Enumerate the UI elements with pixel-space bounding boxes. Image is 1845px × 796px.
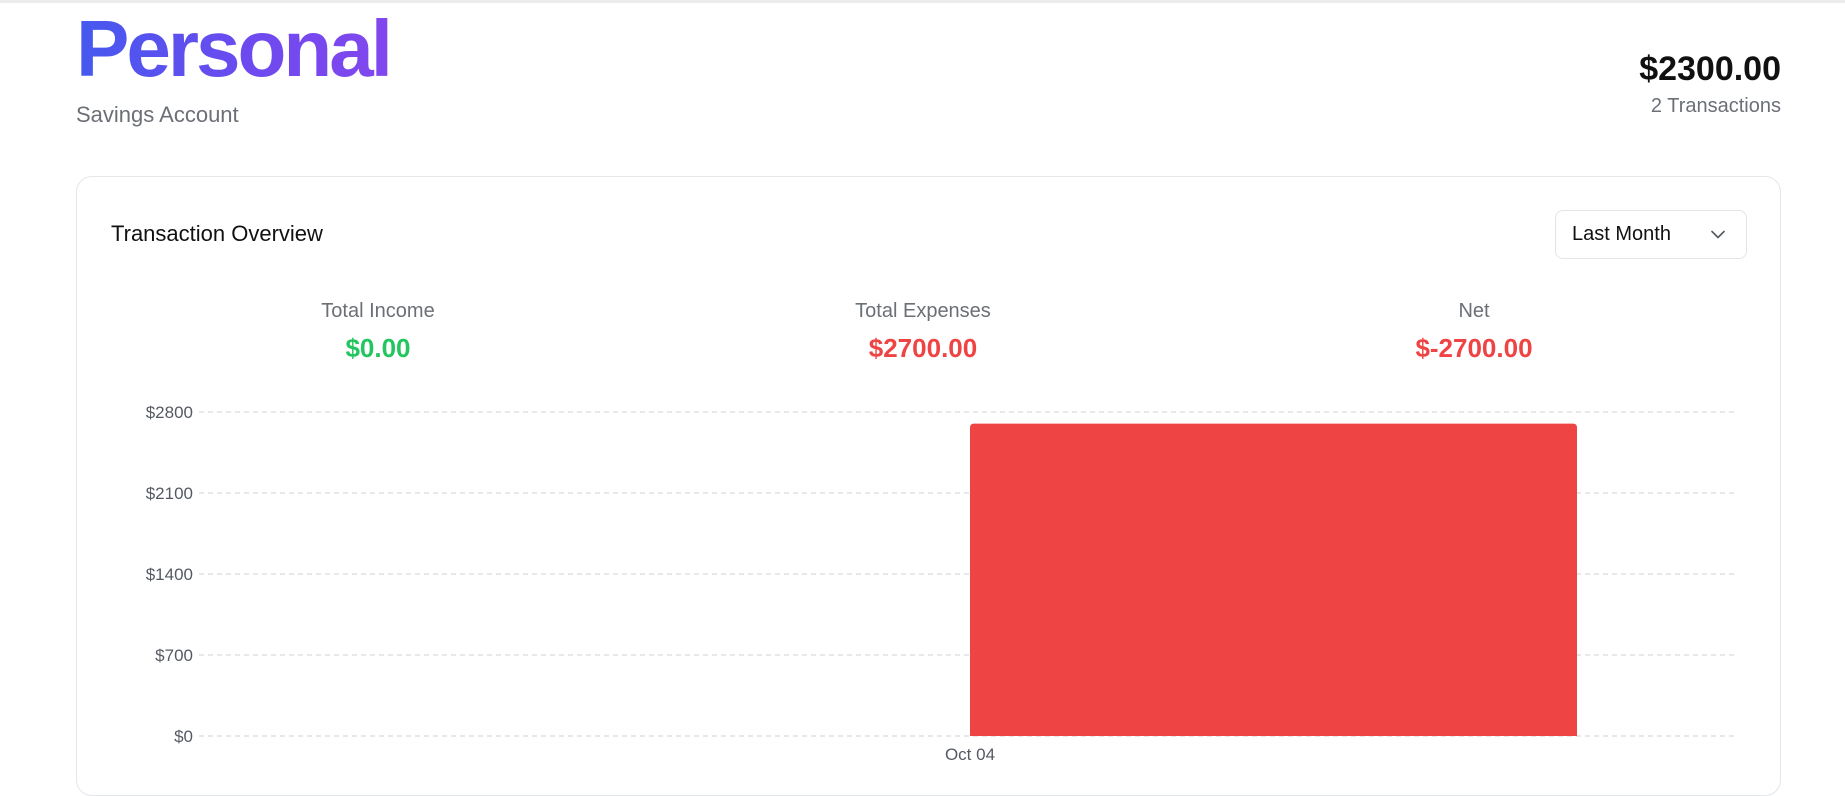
transaction-overview-card: Transaction Overview Last Month Total In… bbox=[76, 176, 1781, 796]
y-tick-label: $2800 bbox=[146, 403, 193, 422]
x-tick-label: Oct 04 bbox=[945, 745, 995, 764]
y-tick-label: $1400 bbox=[146, 565, 193, 584]
account-title: Personal bbox=[76, 4, 393, 93]
y-tick-label: $2100 bbox=[146, 484, 193, 503]
top-divider bbox=[0, 0, 1845, 3]
transaction-count: 2 Transactions bbox=[1650, 95, 1781, 117]
account-type: Savings Account bbox=[76, 102, 239, 127]
account-balance: $2300.00 bbox=[1639, 50, 1781, 88]
y-tick-label: $700 bbox=[155, 646, 193, 665]
bar[interactable] bbox=[970, 423, 1577, 736]
account-page: Personal Savings Account $2300.00 2 Tran… bbox=[0, 0, 1845, 796]
transactions-bar-chart: $0 $700 $1400 $2100 $2800 Oct 04 bbox=[146, 403, 1735, 764]
y-tick-label: $0 bbox=[174, 727, 193, 746]
